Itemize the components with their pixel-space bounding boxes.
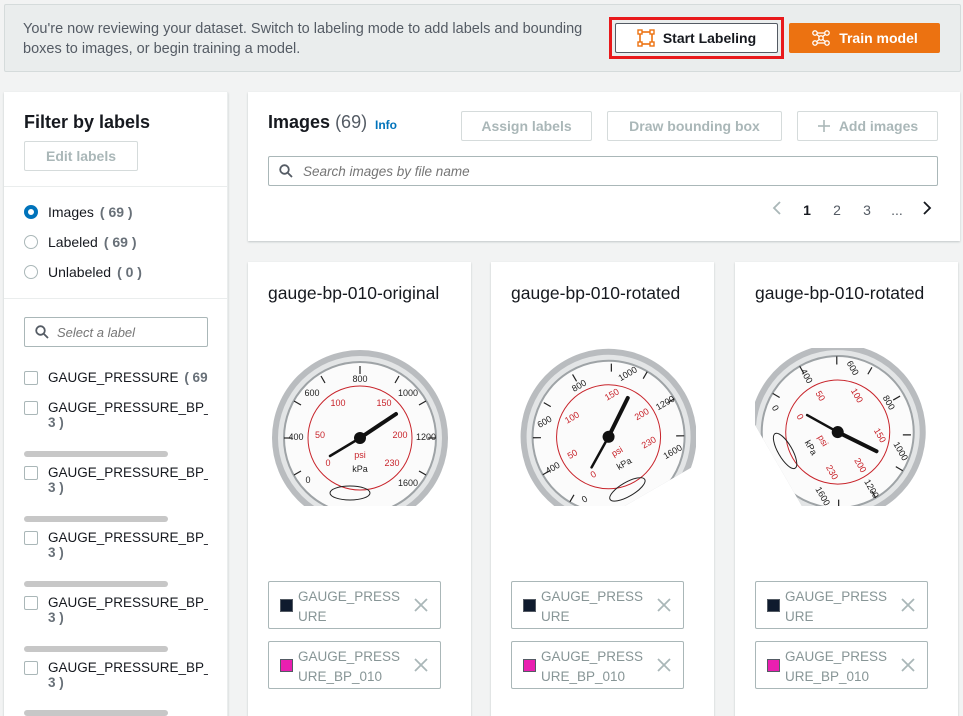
neural-network-icon	[812, 30, 831, 46]
filter-unlabeled-radio[interactable]: Unlabeled ( 0 )	[24, 264, 142, 280]
page-2[interactable]: 2	[822, 202, 852, 218]
page-ellipsis: ...	[891, 201, 903, 218]
label-color-swatch	[767, 599, 780, 612]
label-checkbox-item[interactable]: GAUGE_PRESSURE_BP_14 3 )	[24, 595, 208, 625]
label-checkbox-item[interactable]: GAUGE_PRESSURE_BP_0 3 )	[24, 660, 208, 690]
draw-bounding-box-button[interactable]: Draw bounding box	[607, 111, 782, 141]
pagination: 1 2 3 ...	[762, 201, 942, 218]
checkbox[interactable]	[24, 661, 38, 675]
label-color-swatch	[767, 659, 780, 672]
close-icon[interactable]	[412, 596, 430, 614]
start-labeling-button[interactable]: Start Labeling	[615, 23, 778, 53]
close-icon[interactable]	[899, 596, 917, 614]
label-tag: GAUGE_PRESSURE_BP_010	[755, 641, 928, 689]
close-icon[interactable]	[655, 596, 673, 614]
label-color-swatch	[523, 599, 536, 612]
image-filename[interactable]: gauge-bp-010-rotated	[755, 283, 940, 304]
image-search-input[interactable]	[303, 163, 903, 179]
start-labeling-label: Start Labeling	[662, 30, 757, 46]
label-checkbox-item[interactable]: GAUGE_PRESSURE_BP_2( 3 )	[24, 530, 208, 560]
label-search-field[interactable]	[24, 317, 208, 347]
label-tag: GAUGE_PRESSURE	[268, 581, 441, 629]
label-tag: GAUGE_PRESSURE_BP_010	[268, 641, 441, 689]
gauge-image[interactable]	[755, 348, 940, 506]
images-panel: Images (69) Info Assign labels Draw boun…	[248, 92, 960, 241]
label-tag: GAUGE_PRESSURE	[755, 581, 928, 629]
radio-unselected[interactable]	[24, 235, 38, 249]
page-1[interactable]: 1	[792, 202, 822, 218]
close-icon[interactable]	[655, 656, 673, 674]
label-search-input[interactable]	[57, 324, 187, 340]
label-tag: GAUGE_PRESSURE_BP_010	[511, 641, 684, 689]
filter-images-radio[interactable]: Images ( 69 )	[24, 204, 133, 220]
close-icon[interactable]	[899, 656, 917, 674]
chevron-left-icon[interactable]	[762, 201, 792, 218]
info-link[interactable]: Info	[375, 118, 397, 132]
horizontal-scrollbar[interactable]	[24, 581, 168, 587]
gauge-image[interactable]	[268, 348, 453, 506]
add-images-button[interactable]: Add images	[797, 111, 938, 141]
image-card[interactable]: gauge-bp-010-original GAUGE_PRESSURE GAU…	[248, 262, 471, 716]
horizontal-scrollbar[interactable]	[24, 646, 168, 652]
checkbox[interactable]	[24, 371, 38, 385]
divider	[4, 186, 227, 187]
label-color-swatch	[280, 659, 293, 672]
horizontal-scrollbar[interactable]	[24, 451, 168, 457]
page-3[interactable]: 3	[852, 202, 882, 218]
divider	[4, 298, 227, 299]
image-filename[interactable]: gauge-bp-010-original	[268, 283, 453, 304]
horizontal-scrollbar[interactable]	[24, 710, 168, 716]
assign-labels-button[interactable]: Assign labels	[461, 111, 592, 141]
radio-selected[interactable]	[24, 205, 38, 219]
horizontal-scrollbar[interactable]	[24, 516, 168, 522]
image-search-field[interactable]	[268, 156, 938, 186]
filter-labeled-radio[interactable]: Labeled ( 69 )	[24, 234, 137, 250]
checkbox[interactable]	[24, 531, 38, 545]
bounding-box-icon	[637, 29, 655, 47]
label-tag: GAUGE_PRESSURE	[511, 581, 684, 629]
train-model-label: Train model	[839, 30, 918, 46]
edit-labels-button[interactable]: Edit labels	[24, 141, 138, 171]
search-icon	[35, 325, 49, 339]
label-color-swatch	[280, 599, 293, 612]
label-filter-sidebar: Filter by labels Edit labels Images ( 69…	[4, 92, 228, 716]
banner-message: You're now reviewing your dataset. Switc…	[23, 21, 583, 57]
checkbox[interactable]	[24, 466, 38, 480]
image-filename[interactable]: gauge-bp-010-rotated	[511, 283, 696, 304]
checkbox[interactable]	[24, 596, 38, 610]
label-checkbox-item[interactable]: GAUGE_PRESSURE ( 69 )	[24, 370, 208, 385]
image-card[interactable]: gauge-bp-010-rotated GAUGE_PRESSURE GAUG…	[491, 262, 714, 716]
train-model-button[interactable]: Train model	[789, 23, 940, 53]
label-checkbox-item[interactable]: GAUGE_PRESSURE_BP_2 3 )	[24, 400, 208, 430]
images-heading: Images (69)	[268, 112, 368, 132]
label-checkbox-item[interactable]: GAUGE_PRESSURE_BP_1( 3 )	[24, 465, 208, 495]
checkbox[interactable]	[24, 401, 38, 415]
label-color-swatch	[523, 659, 536, 672]
close-icon[interactable]	[412, 656, 430, 674]
search-icon	[279, 164, 293, 178]
sidebar-title: Filter by labels	[24, 112, 151, 132]
radio-unselected[interactable]	[24, 265, 38, 279]
image-card[interactable]: gauge-bp-010-rotated GAUGE_PRESSURE GAUG…	[735, 262, 958, 716]
plus-icon	[817, 120, 830, 132]
gauge-image[interactable]	[511, 348, 696, 506]
chevron-right-icon[interactable]	[912, 201, 942, 218]
